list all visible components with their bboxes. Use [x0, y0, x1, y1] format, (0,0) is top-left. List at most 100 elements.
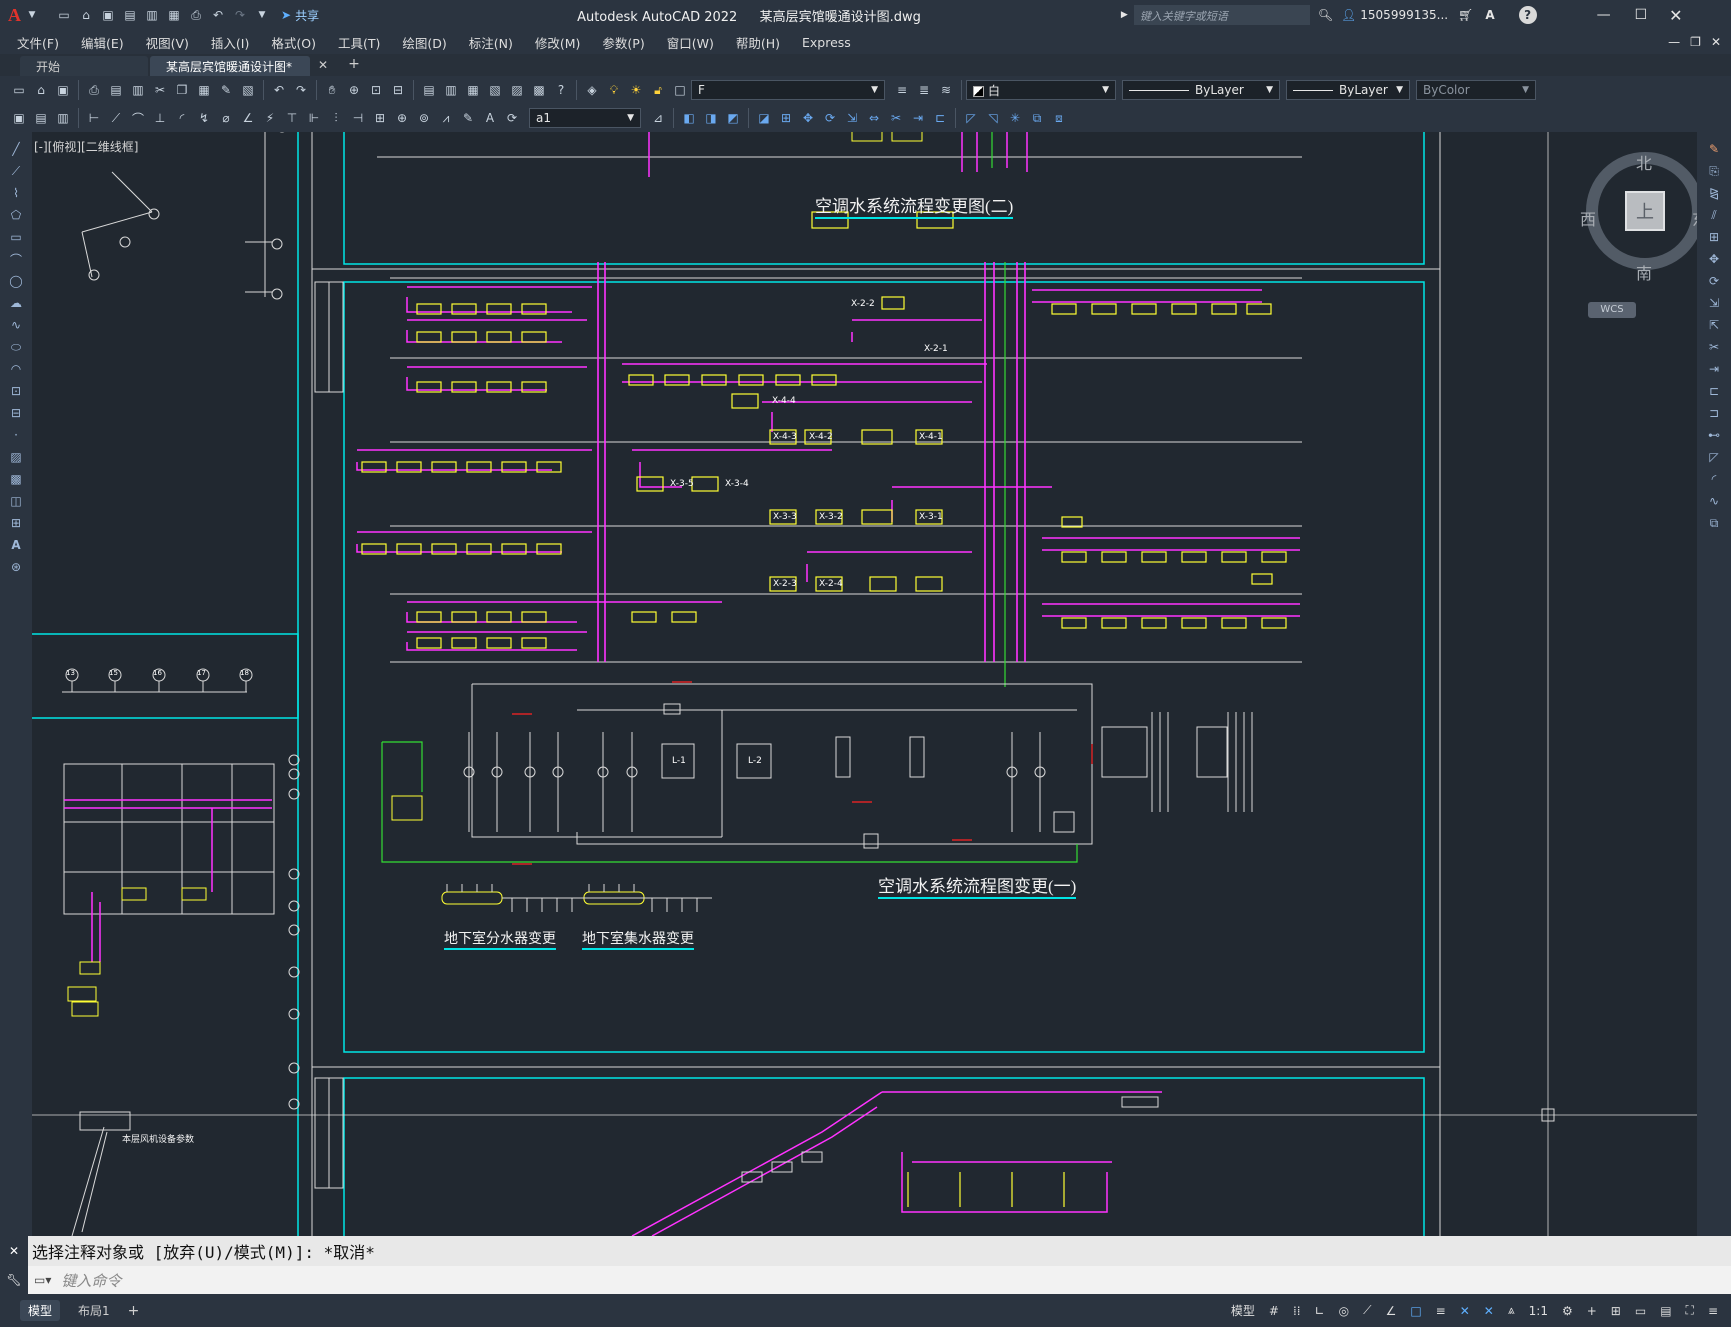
viewcube-face[interactable]: 上: [1625, 191, 1665, 231]
rectangle-icon[interactable]: ▭: [7, 228, 25, 246]
dim-baseline-icon[interactable]: ⊤: [283, 109, 301, 127]
qsave-icon[interactable]: ▣: [54, 81, 72, 99]
grid-icon[interactable]: #: [1262, 1304, 1286, 1318]
dim-quick-icon[interactable]: ⚡︎: [261, 109, 279, 127]
menu-window[interactable]: 窗口(W): [656, 33, 725, 52]
add-layout-icon[interactable]: +: [128, 1303, 140, 1319]
workspace2-icon[interactable]: ▤: [32, 109, 50, 127]
annomonitor-icon[interactable]: +: [1580, 1304, 1604, 1318]
modify-array-icon[interactable]: ⊞: [777, 109, 795, 127]
tab-close-icon[interactable]: ✕: [318, 58, 328, 72]
dim-space-icon[interactable]: ⫶: [327, 109, 345, 127]
menu-insert[interactable]: 插入(I): [200, 33, 260, 52]
paste-icon[interactable]: ▦: [195, 81, 213, 99]
compass-west[interactable]: 西: [1580, 206, 1596, 230]
tab-drawing[interactable]: 某高层宾馆暖通设计图*: [150, 56, 310, 76]
close-icon[interactable]: ✕: [1669, 6, 1682, 25]
menu-tools[interactable]: 工具(T): [327, 33, 391, 52]
join-icon[interactable]: ⊷: [1705, 426, 1723, 444]
doc-minimize-icon[interactable]: —: [1668, 35, 1680, 49]
inspect-icon[interactable]: ⊚: [415, 109, 433, 127]
redo-icon[interactable]: ↷: [231, 6, 249, 24]
make-block-icon[interactable]: ⊟: [7, 404, 25, 422]
modify-break-icon[interactable]: ⊏: [931, 109, 949, 127]
annotation-scale-value[interactable]: 1:1: [1522, 1304, 1555, 1318]
copy-icon[interactable]: ❐: [173, 81, 191, 99]
insert-block-icon[interactable]: ⊡: [7, 382, 25, 400]
units-icon[interactable]: ⊞: [1604, 1304, 1628, 1318]
tolerance-icon[interactable]: ⊞: [371, 109, 389, 127]
ellipse-arc-icon[interactable]: ◠: [7, 360, 25, 378]
open-web-icon[interactable]: ▥: [143, 6, 161, 24]
search-icon[interactable]: 🔍︎: [1318, 8, 1333, 22]
tab-model[interactable]: 模型: [20, 1300, 61, 1321]
polygon-icon[interactable]: ⬠: [7, 206, 25, 224]
break-point-icon[interactable]: ⊏: [1705, 382, 1723, 400]
line-icon[interactable]: ╱: [7, 140, 25, 158]
user-name[interactable]: 1505999135...: [1360, 8, 1448, 22]
region-icon[interactable]: ◫: [7, 492, 25, 510]
layer-on-icon[interactable]: 💡︎: [605, 81, 623, 99]
redo-tb-icon[interactable]: ↷: [292, 81, 310, 99]
dim-text-edit-icon[interactable]: A: [481, 109, 499, 127]
layer-previous-icon[interactable]: ≣: [915, 81, 933, 99]
point-icon[interactable]: ·: [7, 426, 25, 444]
minimize-icon[interactable]: —: [1597, 7, 1611, 23]
app-menu-chevron-icon[interactable]: ▼: [23, 6, 41, 24]
new-tab-icon[interactable]: +: [348, 56, 360, 72]
save-icon[interactable]: ▣: [99, 6, 117, 24]
autodesk-icon[interactable]: A: [1485, 8, 1494, 22]
modify-blend-icon[interactable]: ⧈: [1050, 109, 1068, 127]
layer-properties-icon[interactable]: ◈: [583, 81, 601, 99]
lineweight-toggle-icon[interactable]: ≡: [1429, 1304, 1453, 1318]
circle-icon[interactable]: ◯: [7, 272, 25, 290]
command-input[interactable]: 键入命令: [61, 1270, 121, 1291]
dim-angular-icon[interactable]: ∠: [239, 109, 257, 127]
designcenter-icon[interactable]: ▥: [442, 81, 460, 99]
customize-qat-icon[interactable]: ▼: [253, 6, 271, 24]
tab-start[interactable]: 开始: [20, 56, 148, 76]
modify-move-icon[interactable]: ✥: [799, 109, 817, 127]
compass-south[interactable]: 南: [1636, 260, 1652, 284]
save-web-icon[interactable]: ▦: [165, 6, 183, 24]
quickprops-icon[interactable]: ▭: [1628, 1304, 1653, 1318]
drawing-canvas[interactable]: [-][俯视][二维线框] 空调水系统流程变更图(二) 空调水系统流程图变更(一…: [32, 132, 1697, 1236]
workspace-gear-icon[interactable]: ⚙: [1555, 1304, 1580, 1318]
dim-arc-icon[interactable]: ⌒: [129, 109, 147, 127]
spline-icon[interactable]: ∿: [7, 316, 25, 334]
polyline-icon[interactable]: ⌇: [7, 184, 25, 202]
modify-mirror-icon[interactable]: ◩: [724, 109, 742, 127]
open-icon[interactable]: ⌂: [32, 81, 50, 99]
offset-icon[interactable]: ⫽: [1705, 206, 1723, 224]
rotate-icon[interactable]: ⟳: [1705, 272, 1723, 290]
share-button[interactable]: 共享: [295, 7, 319, 24]
modify-trim-icon[interactable]: ✂: [887, 109, 905, 127]
workspace-icon[interactable]: ▣: [10, 109, 28, 127]
menu-express[interactable]: Express: [791, 35, 862, 50]
pan-icon[interactable]: ✋︎: [323, 81, 341, 99]
linetype-dropdown[interactable]: ByLayer ▼: [1122, 80, 1280, 100]
dim-ordinate-icon[interactable]: ⊥: [151, 109, 169, 127]
annotation-visibility-icon[interactable]: ✕: [1453, 1304, 1477, 1318]
zoom-window-icon[interactable]: ⊡: [367, 81, 385, 99]
dim-continue-icon[interactable]: ⊩: [305, 109, 323, 127]
isodraft-icon[interactable]: ⟋: [1356, 1303, 1378, 1318]
array-icon[interactable]: ⊞: [1705, 228, 1723, 246]
infer-icon[interactable]: ∟: [1308, 1304, 1332, 1318]
dim-linear-icon[interactable]: ⊢: [85, 109, 103, 127]
annotation-autoscale-icon[interactable]: ✕: [1477, 1304, 1501, 1318]
command-prompt-icon[interactable]: ▭▾: [34, 1273, 51, 1287]
open-file-icon[interactable]: ⌂: [77, 6, 95, 24]
calculator-icon[interactable]: ▩: [530, 81, 548, 99]
dim-update-icon[interactable]: ⟳: [503, 109, 521, 127]
modify-rotate-icon[interactable]: ⟳: [821, 109, 839, 127]
viewport-label[interactable]: [-][俯视][二维线框]: [34, 138, 138, 155]
menu-draw[interactable]: 绘图(D): [391, 33, 457, 52]
compass-north[interactable]: 北: [1636, 150, 1652, 174]
toolpalettes-icon[interactable]: ▦: [464, 81, 482, 99]
modify-erase-icon[interactable]: ◧: [680, 109, 698, 127]
modify-offset-icon[interactable]: ◪: [755, 109, 773, 127]
cart-icon[interactable]: 🛒︎: [1458, 8, 1473, 22]
layer-color-icon[interactable]: □: [671, 81, 689, 99]
dim-edit-icon[interactable]: ✎: [459, 109, 477, 127]
